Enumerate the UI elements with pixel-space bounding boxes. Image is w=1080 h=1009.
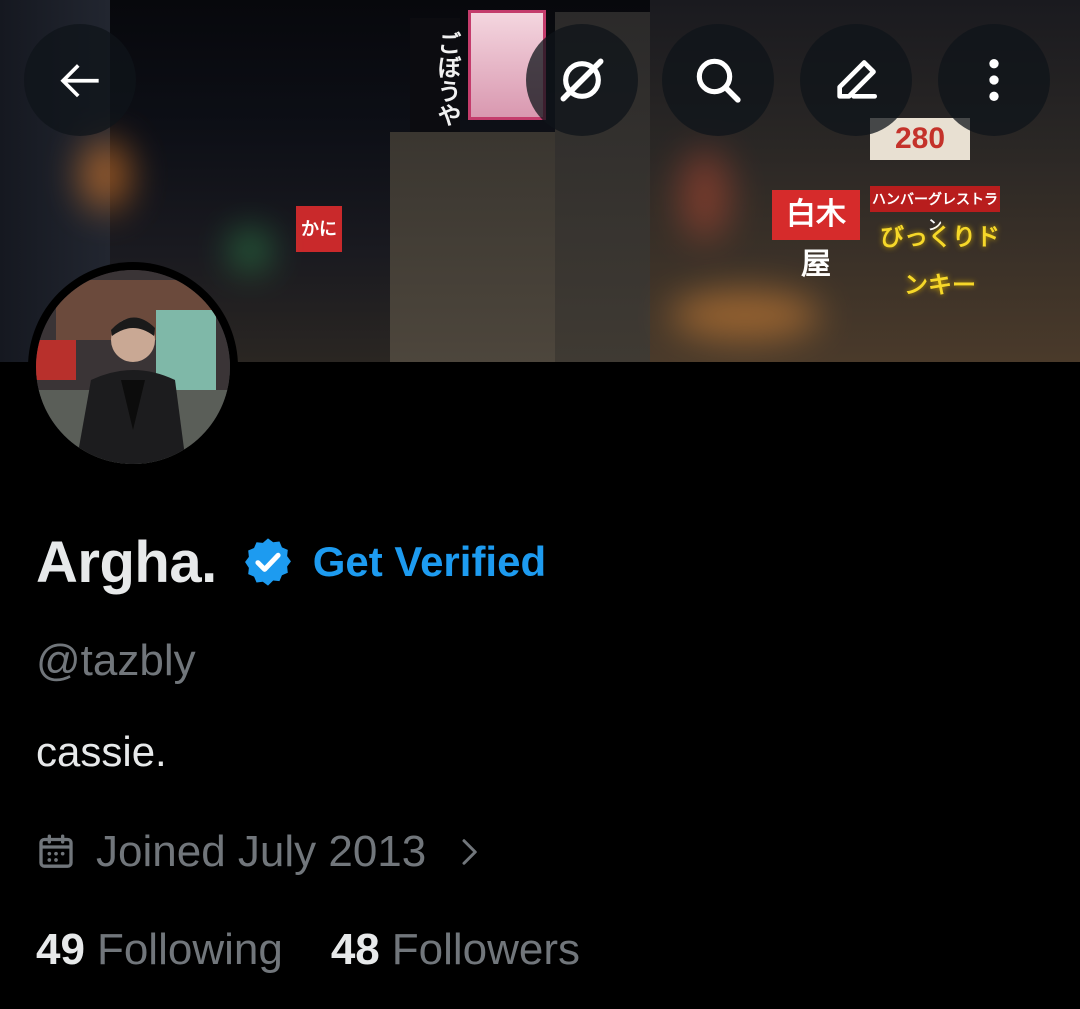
banner-vertical-sign: ごぼうや	[410, 18, 460, 134]
more-vertical-icon	[989, 59, 999, 101]
banner-sign-shirokiya: 白木屋	[772, 190, 860, 281]
followers-label: Followers	[391, 925, 581, 974]
joined-row[interactable]: Joined July 2013	[36, 822, 484, 882]
profile-avatar[interactable]	[28, 262, 238, 472]
grok-icon	[560, 58, 604, 102]
more-button[interactable]	[938, 24, 1050, 136]
name-row: Argha. Get Verified	[36, 526, 546, 598]
search-icon	[696, 58, 741, 103]
followers-count: 48	[330, 925, 380, 974]
joined-date: Joined July 2013	[96, 827, 427, 876]
verified-badge-icon[interactable]	[241, 535, 295, 589]
following-count: 49	[36, 925, 85, 974]
followers-link[interactable]: 48 Followers	[331, 925, 580, 975]
chevron-right-icon	[462, 839, 477, 865]
banner-light	[680, 150, 730, 240]
edit-button[interactable]	[800, 24, 912, 136]
get-verified-link[interactable]: Get Verified	[313, 538, 546, 586]
banner-light	[230, 230, 270, 270]
back-button[interactable]	[24, 24, 136, 136]
avatar-photo	[36, 270, 230, 464]
avatar-image	[36, 270, 230, 464]
banner-light	[80, 140, 130, 210]
banner-sign-donkey: びっくりドンキー	[880, 224, 1000, 299]
pencil-icon	[837, 60, 877, 99]
search-button[interactable]	[662, 24, 774, 136]
grok-button[interactable]	[526, 24, 638, 136]
display-name: Argha.	[36, 529, 217, 595]
follow-stats: 49 Following 48 Followers	[36, 920, 580, 980]
banner-sign-hamburg: ハンバーグレストラン	[870, 186, 1000, 233]
following-label: Following	[96, 925, 283, 974]
calendar-icon	[39, 834, 73, 868]
user-bio: cassie.	[36, 728, 167, 775]
user-handle: @tazbly	[36, 636, 196, 685]
following-link[interactable]: 49 Following	[36, 925, 283, 975]
arrow-left-icon	[60, 64, 99, 98]
banner-red-sign: かに	[296, 206, 342, 252]
banner-light	[670, 290, 820, 340]
